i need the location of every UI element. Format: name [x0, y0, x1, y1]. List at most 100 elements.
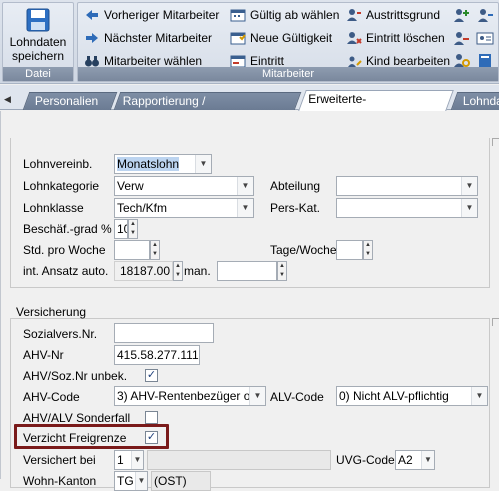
lohnvereinb-value: Monatslohn	[117, 157, 180, 171]
tab-personalien[interactable]: Personalien	[22, 92, 118, 110]
versichert-detail	[147, 450, 331, 470]
tab-scroll-left-icon[interactable]: ◀	[4, 93, 12, 105]
exit-reason-button[interactable]: Austrittsgrund	[346, 5, 456, 25]
chevron-down-icon: ▼	[249, 387, 265, 405]
ahvcode-label: AHV-Code	[23, 390, 80, 404]
std-input[interactable]	[114, 240, 150, 260]
ribbon-col-3: Austrittsgrund Eintritt löschen Kind bea…	[346, 5, 456, 71]
previous-employee-label: Vorheriger Mitarbeiter	[104, 8, 220, 22]
right-panel-corner	[492, 138, 499, 146]
tab-bar: ◀ Personalien Rapportierung / Kostenrech…	[0, 85, 499, 125]
unbek-checkbox[interactable]: ✓	[145, 369, 158, 382]
book-icon[interactable]	[476, 52, 494, 68]
right-panel-corner-2	[492, 318, 499, 326]
tab-rapportierung[interactable]: Rapportierung / Kostenrechnung	[113, 92, 302, 125]
man-label: man.	[184, 264, 211, 278]
lohnvereinb-select[interactable]: Monatslohn ▼	[114, 154, 212, 174]
ahvcode-value: 3) AHV-Rentenbezüger o	[117, 389, 251, 403]
ansatz-spinner[interactable]: ▲ ▼	[173, 261, 183, 281]
tage-spinner[interactable]: ▲ ▼	[363, 240, 373, 260]
lohnkategorie-select[interactable]: Verw ▼	[114, 176, 254, 196]
group-label-datei: Datei	[3, 67, 73, 81]
tab-lohndaten-label: Lohnda	[462, 94, 499, 108]
ribbon-col-1: Vorheriger Mitarbeiter Nächster Mitarbei…	[84, 5, 230, 71]
chevron-down-icon: ▼	[471, 387, 487, 405]
perskat-label: Pers-Kat.	[270, 201, 321, 215]
person-remove-icon[interactable]	[452, 30, 470, 46]
chevron-down-icon: ▼	[461, 199, 477, 217]
tab-personalien-label: Personalien	[34, 94, 99, 108]
std-label: Std. pro Woche	[23, 243, 106, 257]
versichert-select[interactable]: 1 ▼	[114, 450, 144, 470]
sozial-label: Sozialvers.Nr.	[23, 327, 98, 341]
man-spinner[interactable]: ▲ ▼	[277, 261, 287, 281]
wohnkanton-select[interactable]: TG ▼	[114, 471, 148, 491]
wohnkanton-value: TG	[117, 474, 134, 488]
previous-employee-button[interactable]: Vorheriger Mitarbeiter	[84, 5, 230, 25]
ahvcode-select[interactable]: 3) AHV-Rentenbezüger o ▼	[114, 386, 266, 406]
next-employee-button[interactable]: Nächster Mitarbeiter	[84, 28, 230, 48]
floppy-disk-icon	[26, 8, 50, 32]
beschaef-label: Beschäf.-grad %	[23, 222, 112, 236]
alvcode-select[interactable]: 0) Nicht ALV-pflichtig ▼	[336, 386, 488, 406]
valid-from-label: Gültig ab wählen	[250, 8, 340, 22]
binoculars-icon	[85, 56, 99, 67]
lohnklasse-label: Lohnklasse	[23, 201, 84, 215]
abteilung-select[interactable]: ▼	[336, 176, 478, 196]
chevron-down-icon: ▼	[237, 199, 253, 217]
tage-input[interactable]	[336, 240, 363, 260]
sonderfall-checkbox[interactable]	[145, 411, 158, 424]
versichert-label: Versichert bei	[23, 453, 96, 467]
person-settings-icon[interactable]	[452, 52, 470, 68]
alvcode-value: 0) Nicht ALV-pflichtig	[339, 389, 449, 403]
calendar-new-icon	[230, 32, 246, 45]
alvcode-label: ALV-Code	[270, 390, 324, 404]
verzicht-label: Verzicht Freigrenze	[23, 431, 127, 445]
chevron-down-icon: ▼	[135, 472, 147, 490]
abteilung-label: Abteilung	[270, 179, 321, 193]
save-button[interactable]: Lohndaten speichern	[4, 6, 72, 68]
versichert-value: 1	[117, 453, 124, 467]
chevron-down-icon: ▼	[421, 451, 434, 469]
versicherung-title: Versicherung	[16, 305, 87, 319]
content-area: Lohnvereinb. Monatslohn ▼ Lohnkategorie V…	[0, 111, 499, 491]
group-label-mitarbeiter: Mitarbeiter	[78, 67, 498, 81]
person-move-icon[interactable]	[476, 7, 494, 23]
new-validity-label: Neue Gültigkeit	[250, 31, 333, 45]
wohnkanton-extra: (OST)	[151, 471, 211, 491]
delete-entry-label: Eintritt löschen	[366, 31, 445, 45]
sozial-input[interactable]	[114, 323, 214, 343]
person-delete-icon	[347, 32, 362, 44]
ahv-label: AHV-Nr	[23, 348, 64, 362]
uvg-value: A2	[398, 453, 413, 467]
man-input[interactable]	[217, 261, 277, 281]
lohnklasse-select[interactable]: Tech/Kfm ▼	[114, 198, 254, 218]
beschaef-input[interactable]: 100	[114, 219, 128, 239]
calendar-icon	[230, 9, 246, 22]
ahv-input[interactable]: 415.58.277.111	[114, 345, 200, 365]
chevron-down-icon: ▼	[237, 177, 253, 195]
tab-erweiterte-personaldaten[interactable]: Erweiterte-Personaldaten	[298, 90, 454, 123]
uvg-select[interactable]: A2 ▼	[395, 450, 435, 470]
lohnkategorie-label: Lohnkategorie	[23, 179, 100, 193]
tage-label: Tage/Woche	[270, 243, 337, 257]
ansatz-label: int. Ansatz auto.	[23, 264, 109, 278]
save-button-label: Lohndaten speichern	[9, 35, 67, 63]
person-card-icon[interactable]	[476, 30, 494, 46]
calendar-entry-icon	[230, 55, 246, 68]
perskat-select[interactable]: ▼	[336, 198, 478, 218]
std-spinner[interactable]: ▲ ▼	[150, 240, 160, 260]
delete-entry-button[interactable]: Eintritt löschen	[346, 28, 456, 48]
verzicht-checkbox[interactable]: ✓	[145, 431, 158, 444]
child-edit-icon	[348, 56, 362, 67]
person-add-icon[interactable]	[452, 7, 470, 23]
arrow-forward-icon	[86, 33, 98, 43]
tab-lohndaten[interactable]: Lohnda	[450, 92, 499, 110]
ribbon: Lohndaten speichern Datei Vorheriger Mit…	[0, 0, 499, 84]
chevron-down-icon: ▼	[461, 177, 477, 195]
left-border	[0, 111, 1, 479]
valid-from-button[interactable]: Gültig ab wählen	[230, 5, 348, 25]
new-validity-button[interactable]: Neue Gültigkeit	[230, 28, 348, 48]
lohnklasse-value: Tech/Kfm	[117, 201, 168, 215]
beschaef-spinner[interactable]: ▲ ▼	[128, 219, 138, 239]
